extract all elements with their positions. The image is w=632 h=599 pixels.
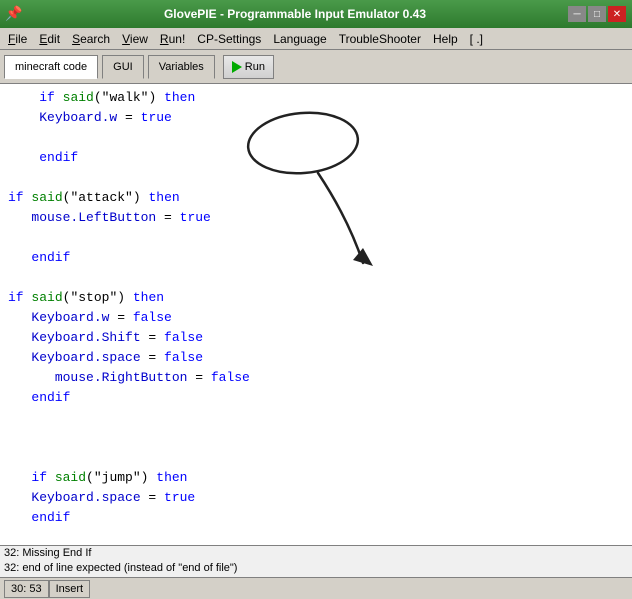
menu-extra[interactable]: [ .] bbox=[464, 30, 489, 48]
status-bar-line2: 32: end of line expected (instead of "en… bbox=[0, 561, 632, 577]
menu-file[interactable]: File bbox=[2, 30, 33, 48]
editor-mode: Insert bbox=[49, 580, 91, 598]
code-line bbox=[8, 448, 624, 468]
menu-cpsettings[interactable]: CP-Settings bbox=[191, 30, 267, 48]
code-line: if said("stop") then bbox=[8, 288, 624, 308]
code-line bbox=[8, 168, 624, 188]
tab-minecraft-code[interactable]: minecraft code bbox=[4, 55, 98, 79]
bottom-status-bar: 30: 53 Insert bbox=[0, 577, 632, 599]
code-line: endif bbox=[8, 148, 624, 168]
menu-edit[interactable]: Edit bbox=[33, 30, 66, 48]
code-line: Keyboard.space = true bbox=[8, 488, 624, 508]
code-line bbox=[8, 268, 624, 288]
run-button[interactable]: Run bbox=[223, 55, 274, 79]
menu-bar: File Edit Search View Run! CP-Settings L… bbox=[0, 28, 632, 50]
maximize-button[interactable]: □ bbox=[588, 6, 606, 22]
cursor-position: 30: 53 bbox=[4, 580, 49, 598]
code-line: if said("attack") then bbox=[8, 188, 624, 208]
code-line: Keyboard.Shift = false bbox=[8, 328, 624, 348]
editor-container: if said("walk") then Keyboard.w = true e… bbox=[0, 84, 632, 545]
window-controls: ─ □ ✕ bbox=[568, 6, 626, 22]
code-editor[interactable]: if said("walk") then Keyboard.w = true e… bbox=[0, 84, 632, 545]
code-line: if said("jump") then bbox=[8, 468, 624, 488]
menu-search[interactable]: Search bbox=[66, 30, 116, 48]
code-line: Keyboard.space = false bbox=[8, 348, 624, 368]
toolbar: minecraft code GUI Variables Run bbox=[0, 50, 632, 84]
close-button[interactable]: ✕ bbox=[608, 6, 626, 22]
tab-variables[interactable]: Variables bbox=[148, 55, 215, 79]
code-line: endif bbox=[8, 508, 624, 528]
code-line bbox=[8, 128, 624, 148]
app-icon: 📌 bbox=[6, 6, 22, 22]
code-line: mouse.RightButton = false bbox=[8, 368, 624, 388]
code-line: if said("walk") then bbox=[8, 88, 624, 108]
code-line bbox=[8, 228, 624, 248]
code-line: Keyboard.w = true bbox=[8, 108, 624, 128]
minimize-button[interactable]: ─ bbox=[568, 6, 586, 22]
run-icon bbox=[232, 61, 242, 73]
menu-troubleshooter[interactable]: TroubleShooter bbox=[333, 30, 427, 48]
tab-gui[interactable]: GUI bbox=[102, 55, 144, 79]
menu-view[interactable]: View bbox=[116, 30, 154, 48]
title-bar: 📌 GlovePIE - Programmable Input Emulator… bbox=[0, 0, 632, 28]
code-line bbox=[8, 408, 624, 428]
window-title: GlovePIE - Programmable Input Emulator 0… bbox=[22, 7, 568, 21]
code-line bbox=[8, 528, 624, 545]
menu-language[interactable]: Language bbox=[267, 30, 332, 48]
status-bar-line1: 32: Missing End If bbox=[0, 545, 632, 561]
run-label: Run bbox=[245, 61, 265, 73]
code-line: endif bbox=[8, 248, 624, 268]
menu-help[interactable]: Help bbox=[427, 30, 464, 48]
code-line: mouse.LeftButton = true bbox=[8, 208, 624, 228]
code-line: Keyboard.w = false bbox=[8, 308, 624, 328]
code-line: endif bbox=[8, 388, 624, 408]
code-line bbox=[8, 428, 624, 448]
menu-run[interactable]: Run! bbox=[154, 30, 191, 48]
